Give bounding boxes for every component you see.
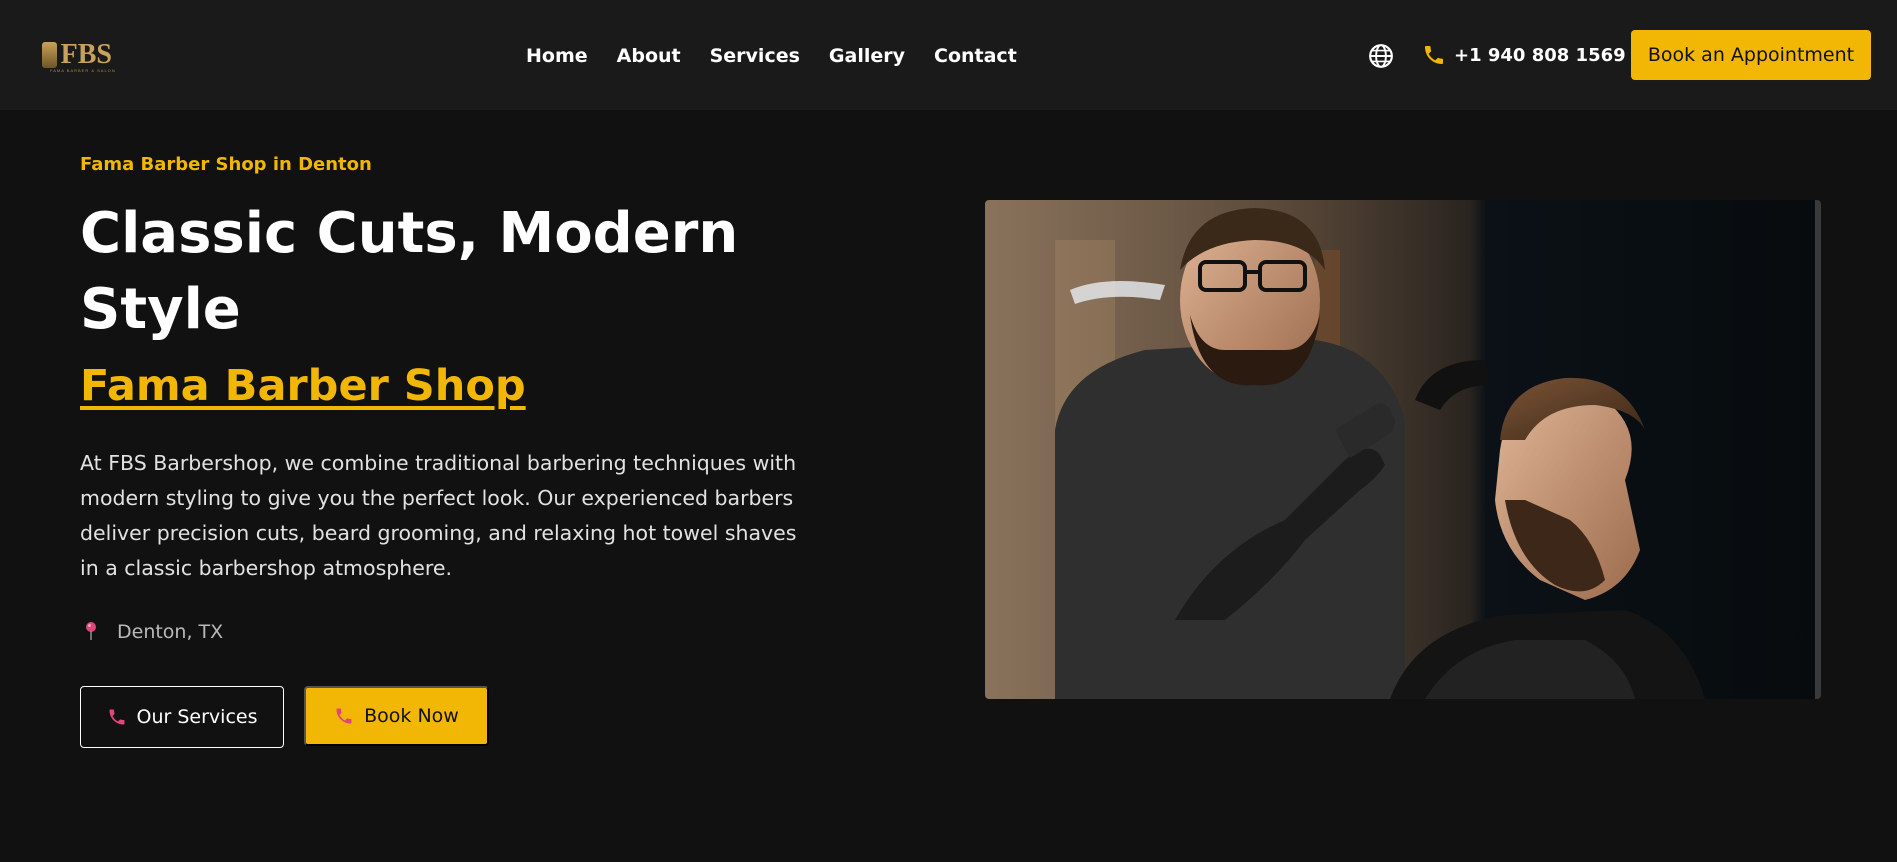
hero-eyebrow: Fama Barber Shop in Denton (80, 154, 372, 175)
phone-icon (1425, 46, 1443, 64)
logo-text: FBS (60, 39, 112, 70)
phone-icon (109, 709, 125, 725)
nav-contact[interactable]: Contact (934, 43, 1017, 69)
phone-icon (336, 708, 352, 724)
globe-icon[interactable] (1368, 43, 1394, 69)
book-appointment-button[interactable]: Book an Appointment (1631, 30, 1871, 80)
map-pin-icon (86, 622, 96, 640)
book-now-button[interactable]: Book Now (304, 686, 489, 746)
logo-tagline: FAMA BARBER & SALON (50, 68, 116, 73)
our-services-button[interactable]: Our Services (80, 686, 284, 748)
our-services-label: Our Services (136, 706, 258, 728)
location-text: Denton, TX (117, 621, 224, 643)
nav-services[interactable]: Services (710, 43, 800, 69)
hero-title: Classic Cuts, Modern Style (80, 201, 739, 342)
nav-about[interactable]: About (617, 43, 681, 69)
hero-barber-image (985, 200, 1821, 699)
barber-photo (985, 200, 1821, 699)
book-now-label: Book Now (364, 705, 459, 727)
main-nav: Home About Services Gallery Contact (526, 43, 1046, 69)
site-header: FBS FAMA BARBER & SALON Home About Servi… (0, 0, 1897, 110)
nav-home[interactable]: Home (526, 43, 588, 69)
header-phone-number[interactable]: +1 940 808 1569 (1454, 44, 1626, 68)
fbs-logo[interactable]: FBS FAMA BARBER & SALON (42, 36, 115, 74)
barber-emblem-icon (42, 42, 57, 68)
hero-subtitle: Fama Barber Shop (80, 361, 526, 411)
hero-description: At FBS Barbershop, we combine traditiona… (80, 451, 797, 580)
nav-gallery[interactable]: Gallery (829, 43, 905, 69)
